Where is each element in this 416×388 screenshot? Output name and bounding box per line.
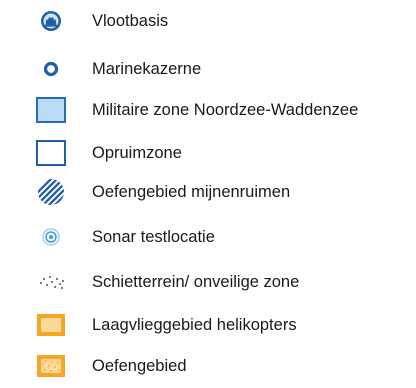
legend-label: Militaire zone Noordzee-Waddenzee (92, 101, 359, 119)
firing-range-icon (40, 276, 64, 289)
legend-label: Vlootbasis (92, 12, 169, 30)
fleet-base-icon (41, 11, 61, 31)
legend-label: Sonar testlocatie (92, 228, 215, 246)
navy-barracks-icon (43, 61, 59, 77)
mine-clearing-area-icon (38, 179, 64, 205)
training-area-icon (37, 355, 65, 377)
clearance-zone-icon (36, 140, 66, 166)
legend-item-firing-range: Schietterrein/ onveilige zone (0, 262, 416, 302)
legend-label: Oefengebied (92, 357, 187, 375)
legend-item-low-flying-area: Laagvlieggebied helikopters (0, 305, 416, 345)
legend-label: Laagvlieggebied helikopters (92, 316, 297, 334)
legend-item-sonar-test-site: Sonar testlocatie (0, 217, 416, 257)
legend-item-clearance-zone: Opruimzone (0, 133, 416, 173)
legend-label: Marinekazerne (92, 60, 202, 78)
legend-label: Schietterrein/ onveilige zone (92, 273, 300, 291)
legend-item-military-zone: Militaire zone Noordzee-Waddenzee (0, 90, 416, 130)
low-flying-area-icon (37, 314, 65, 336)
legend-item-navy-barracks: Marinekazerne (0, 49, 416, 89)
legend-item-mine-clearing-area: Oefengebied mijnenruimen (0, 172, 416, 212)
legend-item-training-area: Oefengebied (0, 346, 416, 386)
legend-item-fleet-base: Vlootbasis (0, 1, 416, 41)
legend-label: Oefengebied mijnenruimen (92, 183, 291, 201)
military-zone-icon (36, 97, 66, 123)
map-legend: Vlootbasis Marinekazerne Militaire zone … (0, 0, 416, 388)
legend-label: Opruimzone (92, 144, 182, 162)
sonar-test-site-icon (42, 228, 60, 246)
